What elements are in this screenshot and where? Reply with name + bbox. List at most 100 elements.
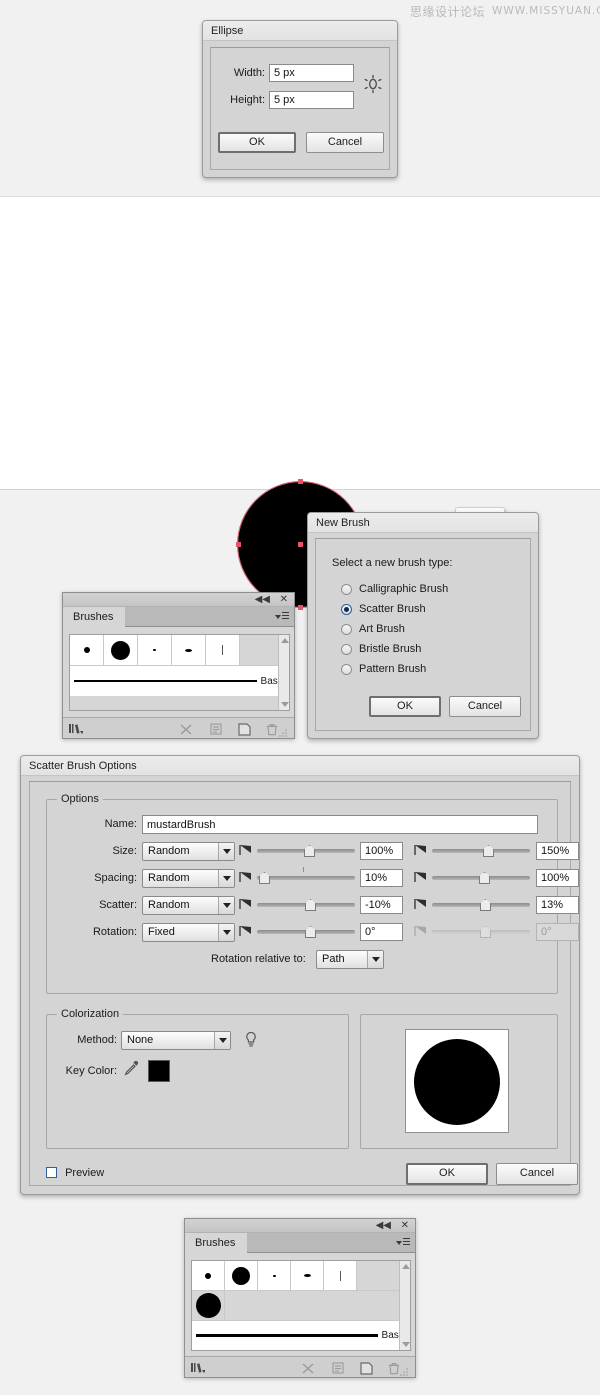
- ellipse-cancel-button[interactable]: Cancel: [306, 132, 384, 153]
- new-brush-icon[interactable]: [359, 1361, 373, 1375]
- scatter-mode-select[interactable]: Random: [142, 896, 235, 915]
- brush-thumb-comet[interactable]: [172, 635, 206, 666]
- new-brush-cancel-button[interactable]: Cancel: [449, 696, 521, 717]
- brush-thumb-tiny-dash[interactable]: [138, 635, 172, 666]
- size-max-slider[interactable]: [432, 845, 530, 857]
- anchor-point-top[interactable]: [298, 479, 303, 484]
- height-input[interactable]: [269, 91, 354, 109]
- brush-options-icon[interactable]: [331, 1361, 345, 1375]
- new-brush-ok-button[interactable]: OK: [369, 696, 441, 717]
- rotation-mode-value: Fixed: [148, 926, 175, 938]
- chevron-down-icon: [218, 870, 234, 887]
- brush-stroke-basic[interactable]: Basic: [192, 1321, 410, 1350]
- brush-list[interactable]: Basic: [69, 634, 290, 711]
- collapse-icon[interactable]: ◀◀: [255, 594, 270, 606]
- brush-list-scrollbar[interactable]: [278, 635, 289, 710]
- width-input[interactable]: [269, 64, 354, 82]
- name-label: Name:: [104, 818, 137, 830]
- chevron-down-icon: [218, 897, 234, 914]
- brush-options-icon[interactable]: [209, 722, 223, 736]
- anchor-point-bottom[interactable]: [298, 605, 303, 610]
- panel-resize-grip[interactable]: [397, 1364, 411, 1378]
- rotation-relative-select[interactable]: Path: [316, 950, 384, 969]
- rotation-min-input[interactable]: [360, 923, 403, 941]
- chevron-down-icon: [218, 924, 234, 941]
- brush-thumb-large-dot[interactable]: [225, 1261, 258, 1291]
- radio-icon: [341, 643, 352, 655]
- tab-brushes[interactable]: Brushes: [185, 1233, 248, 1253]
- colorization-method-value: None: [127, 1034, 154, 1046]
- collapse-icon[interactable]: ◀◀: [376, 1220, 391, 1232]
- close-icon[interactable]: ✕: [401, 1220, 409, 1232]
- anchor-point-left[interactable]: [236, 542, 241, 547]
- scatter-min-slider[interactable]: [257, 899, 355, 911]
- ellipse-ok-button[interactable]: OK: [218, 132, 296, 153]
- radio-icon: [341, 623, 352, 635]
- brush-thumb-large-dot[interactable]: [104, 635, 138, 666]
- spacing-min-input[interactable]: [360, 869, 403, 887]
- radio-icon: [341, 663, 352, 675]
- new-brush-icon[interactable]: [237, 722, 251, 736]
- scatter-min-input[interactable]: [360, 896, 403, 914]
- size-min-input[interactable]: [360, 842, 403, 860]
- brush-stroke-basic[interactable]: Basic: [70, 666, 289, 696]
- width-label: Width:: [233, 67, 265, 79]
- constrain-proportions-icon[interactable]: [363, 74, 383, 94]
- brush-thumb-small-dot[interactable]: [192, 1261, 225, 1291]
- spacing-max-slider[interactable]: [432, 872, 530, 884]
- close-icon[interactable]: ✕: [280, 594, 288, 606]
- brush-thumb-mustard-brush[interactable]: [192, 1291, 225, 1321]
- radio-pattern-brush[interactable]: Pattern Brush: [341, 659, 448, 679]
- spacing-min-slider[interactable]: [257, 867, 355, 884]
- panel-titlebar: ◀◀ ✕: [185, 1219, 415, 1233]
- panel-resize-grip[interactable]: [276, 725, 290, 739]
- scatter-ok-button[interactable]: OK: [406, 1163, 488, 1185]
- tab-brushes[interactable]: Brushes: [63, 607, 126, 627]
- panel-menu-icon[interactable]: [275, 611, 289, 622]
- brush-thumb-tiny-dash[interactable]: [258, 1261, 291, 1291]
- preview-checkbox-row[interactable]: Preview: [46, 1167, 104, 1179]
- rotation-mode-select[interactable]: Fixed: [142, 923, 235, 942]
- brush-libraries-menu-icon[interactable]: [69, 722, 83, 736]
- brush-thumb-thin-line[interactable]: [324, 1261, 357, 1291]
- scatter-max-input[interactable]: [536, 896, 579, 914]
- brush-thumb-thin-line[interactable]: [206, 635, 240, 666]
- preview-checkbox[interactable]: [46, 1167, 57, 1178]
- new-brush-dialog: New Brush Select a new brush type: Calli…: [307, 512, 539, 739]
- brush-thumb-comet[interactable]: [291, 1261, 324, 1291]
- remove-brush-stroke-icon[interactable]: [301, 1361, 315, 1375]
- panel-menu-icon[interactable]: [396, 1237, 410, 1248]
- brushes-panel-bottom: ◀◀ ✕ Brushes Basic: [184, 1218, 416, 1378]
- rotation-min-slider[interactable]: [257, 926, 355, 938]
- spacing-mode-select[interactable]: Random: [142, 869, 235, 888]
- brush-preview-group: [360, 1014, 558, 1149]
- scatter-max-slider[interactable]: [432, 899, 530, 911]
- radio-calligraphic-brush[interactable]: Calligraphic Brush: [341, 579, 448, 599]
- size-label: Size:: [112, 845, 137, 857]
- brush-name-input[interactable]: [142, 815, 538, 834]
- scatter-cancel-button[interactable]: Cancel: [496, 1163, 578, 1185]
- radio-bristle-brush[interactable]: Bristle Brush: [341, 639, 448, 659]
- brush-preview-shape: [414, 1039, 500, 1125]
- scatter-dialog-title: Scatter Brush Options: [21, 756, 579, 776]
- size-mode-select[interactable]: Random: [142, 842, 235, 861]
- brush-list-scrollbar[interactable]: [399, 1261, 410, 1350]
- brush-thumb-small-dot[interactable]: [70, 635, 104, 666]
- brushes-panel-footer: [185, 1356, 415, 1377]
- size-min-slider[interactable]: [257, 845, 355, 857]
- panel-tabbar: Brushes: [185, 1233, 415, 1253]
- radio-scatter-brush[interactable]: Scatter Brush: [341, 599, 448, 619]
- remove-brush-stroke-icon[interactable]: [179, 722, 193, 736]
- brush-list[interactable]: Basic: [191, 1260, 411, 1351]
- watermark-en: WWW.MISSYUAN.COM: [492, 5, 600, 17]
- eyedropper-icon[interactable]: [123, 1060, 140, 1077]
- artboard-canvas[interactable]: R: 0 G: 0 B: 0: [0, 196, 600, 610]
- key-color-swatch[interactable]: [148, 1060, 170, 1082]
- spacing-max-input[interactable]: [536, 869, 579, 887]
- size-max-input[interactable]: [536, 842, 579, 860]
- brush-libraries-menu-icon[interactable]: [191, 1361, 205, 1375]
- colorization-method-select[interactable]: None: [121, 1031, 231, 1050]
- size-min-flag-icon: [239, 845, 251, 855]
- radio-art-brush[interactable]: Art Brush: [341, 619, 448, 639]
- tips-lightbulb-icon[interactable]: [244, 1031, 258, 1049]
